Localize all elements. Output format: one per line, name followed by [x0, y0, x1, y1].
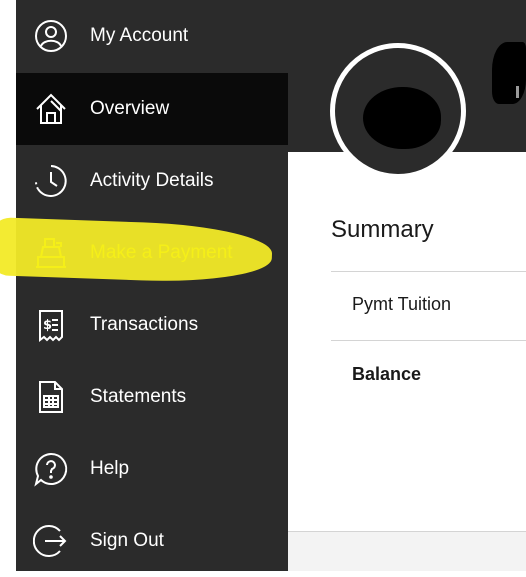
svg-text:$: $: [43, 318, 52, 333]
sidebar-item-sign-out[interactable]: Sign Out: [16, 505, 288, 577]
divider: [331, 340, 526, 341]
sidebar-item-label: Activity Details: [90, 170, 214, 191]
receipt-icon: $: [33, 307, 69, 343]
sidebar-item-label: Statements: [90, 386, 187, 407]
sign-out-icon: [33, 523, 69, 559]
sidebar-item-label: Help: [90, 458, 130, 479]
sidebar-item-label: Transactions: [90, 314, 199, 335]
redacted-name: [492, 42, 526, 104]
content-footer: [288, 531, 526, 571]
summary-row-label: Balance: [352, 364, 422, 384]
summary-row-label: Pymt Tuition: [352, 294, 452, 314]
user-circle-icon: [33, 18, 69, 54]
home-icon: [33, 91, 69, 127]
sidebar-item-help[interactable]: Help: [16, 433, 288, 505]
sidebar-item-statements[interactable]: Statements: [16, 361, 288, 433]
sidebar-item-label: Sign Out: [90, 530, 164, 551]
sidebar-item-activity-details[interactable]: Activity Details: [16, 145, 288, 217]
sidebar-item-my-account[interactable]: My Account: [16, 0, 288, 72]
avatar-redaction: [363, 87, 441, 149]
cash-register-icon: [33, 235, 69, 271]
clock-icon: [33, 163, 69, 199]
summary-title: Summary: [331, 216, 434, 243]
sidebar-item-transactions[interactable]: $ Transactions: [16, 289, 288, 361]
divider: [331, 271, 526, 272]
redacted-mark: [516, 86, 519, 98]
statement-document-icon: [33, 379, 69, 415]
help-bubble-icon: [33, 451, 69, 487]
sidebar-item-make-a-payment[interactable]: Make a Payment: [16, 217, 288, 289]
sidebar-item-label: Make a Payment: [90, 242, 233, 263]
sidebar-item-overview[interactable]: Overview: [16, 73, 288, 145]
sidebar-item-label: My Account: [90, 25, 189, 46]
sidebar-item-label: Overview: [90, 98, 170, 119]
